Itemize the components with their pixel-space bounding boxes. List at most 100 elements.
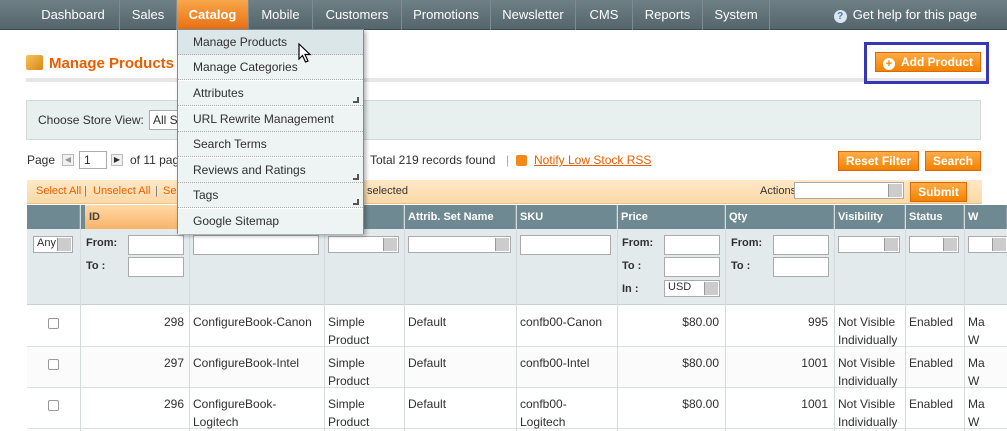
unselect-all-link[interactable]: Unselect All [93, 185, 150, 197]
add-product-button[interactable]: + Add Product [875, 52, 981, 72]
nav-catalog[interactable]: Catalog [177, 0, 249, 30]
nav-customers[interactable]: Customers [313, 0, 402, 30]
sku-filter-input[interactable] [520, 235, 611, 255]
page-label: Page [27, 153, 56, 167]
cell-websites: Ma W [968, 395, 985, 431]
cell-type: Simple Product [328, 354, 369, 390]
separator: | [84, 185, 87, 197]
cell-name: ConfigureBook-Canon [193, 315, 312, 329]
cell-type-line: Simple [328, 315, 365, 329]
submit-button[interactable]: Submit [910, 182, 967, 202]
websites-filter-select[interactable] [968, 236, 1007, 253]
id-from-input[interactable] [128, 235, 184, 255]
page-number-input[interactable]: 1 [79, 151, 107, 169]
currency-select[interactable]: USD [664, 280, 720, 297]
row-checkbox[interactable] [48, 359, 59, 370]
help-link[interactable]: ? Get help for this page [833, 0, 977, 30]
attrib-set-filter-select[interactable] [408, 236, 511, 253]
type-filter-select[interactable] [328, 236, 399, 253]
search-button[interactable]: Search [925, 151, 981, 171]
catalog-dropdown-menu: Manage Products Manage Categories Attrib… [177, 29, 364, 234]
menu-item-tags[interactable]: Tags [178, 183, 363, 208]
column-divider [189, 205, 190, 431]
name-filter-input[interactable] [193, 235, 319, 255]
row-checkbox[interactable] [48, 318, 59, 329]
row-checkbox[interactable] [48, 400, 59, 411]
menu-item-manage-categories[interactable]: Manage Categories [178, 55, 363, 80]
of-pages-text: of 11 pag [130, 153, 180, 167]
menu-item-url-rewrite[interactable]: URL Rewrite Management [178, 107, 363, 132]
price-from-input[interactable] [664, 235, 720, 255]
col-websites[interactable]: W [964, 205, 1007, 229]
prev-page-icon[interactable]: ◀ [62, 154, 74, 166]
menu-item-reviews-ratings[interactable]: Reviews and Ratings [178, 158, 363, 183]
col-attrib-set[interactable]: Attrib. Set Name [404, 205, 516, 229]
price-to-input[interactable] [664, 257, 720, 277]
cell-visibility: Not Visible Individually [838, 354, 897, 390]
cell-sku-line: confb00-Intel [520, 356, 590, 370]
col-id[interactable]: ID [85, 205, 180, 229]
page-title: Manage Products [26, 55, 174, 72]
nav-promotions[interactable]: Promotions [402, 0, 491, 30]
col-sku[interactable]: SKU [516, 205, 617, 229]
select-visible-link[interactable]: Se [163, 185, 176, 197]
qty-to-input[interactable] [773, 257, 829, 277]
menu-item-google-sitemap[interactable]: Google Sitemap [178, 209, 363, 234]
cell-status: Enabled [909, 356, 954, 370]
price-from-label: From: [622, 237, 654, 249]
nav-cms[interactable]: CMS [576, 0, 633, 30]
cell-sku-line: confb00- [520, 397, 567, 411]
pager-separator: | [506, 153, 510, 167]
id-to-label: To : [86, 260, 106, 272]
nav-system[interactable]: System [703, 0, 770, 30]
col-status[interactable]: Status [905, 205, 964, 229]
column-divider [324, 205, 325, 431]
column-divider [964, 205, 965, 431]
massaction-bar: Select All | Unselect All | Se selected … [27, 180, 982, 204]
qty-from-input[interactable] [773, 235, 829, 255]
any-select[interactable]: Any [33, 236, 73, 253]
menu-item-label: Tags [193, 188, 219, 202]
cell-type: Simple Product [328, 395, 369, 431]
cell-type: Simple Product [328, 313, 369, 349]
cell-type-line: Product [328, 415, 370, 429]
cell-attrib-set: Default [408, 356, 447, 370]
col-checkbox[interactable] [27, 205, 80, 229]
id-to-input[interactable] [128, 257, 184, 277]
visibility-filter-select[interactable] [838, 236, 900, 253]
nav-reports[interactable]: Reports [633, 0, 703, 30]
menu-item-attributes[interactable]: Attributes [178, 81, 363, 106]
rss-icon [516, 155, 527, 166]
cell-name: ConfigureBook-Logitech [193, 397, 277, 429]
column-divider [617, 205, 618, 431]
cell-price: $80.00 [682, 356, 719, 370]
nav-newsletter[interactable]: Newsletter [491, 0, 576, 30]
nav-sales[interactable]: Sales [120, 0, 177, 30]
cell-visibility-line: Not Visible [838, 356, 896, 370]
select-all-link[interactable]: Select All [36, 185, 81, 197]
menu-item-manage-products[interactable]: Manage Products [178, 30, 363, 55]
reset-filter-button[interactable]: Reset Filter [838, 151, 919, 171]
grid-header: ID Attrib. Set Name SKU Price Qty Visibi… [27, 205, 1007, 229]
table-row[interactable]: 296 ConfigureBook-Logitech Simple Product… [27, 388, 1007, 429]
product-box-icon [26, 55, 43, 70]
col-price[interactable]: Price [617, 205, 725, 229]
menu-item-search-terms[interactable]: Search Terms [178, 132, 363, 157]
table-row[interactable]: 297 ConfigureBook-Intel Simple Product De… [27, 347, 1007, 388]
next-page-icon[interactable]: ▶ [111, 154, 123, 166]
cell-type-line: Simple [328, 356, 365, 370]
top-navigation: Dashboard Sales Catalog Mobile Customers… [0, 0, 1007, 30]
column-divider [404, 205, 405, 431]
col-visibility[interactable]: Visibility [834, 205, 905, 229]
submenu-arrow-icon [353, 174, 359, 180]
table-row[interactable]: 298 ConfigureBook-Canon Simple Product De… [27, 306, 1007, 347]
nav-dashboard[interactable]: Dashboard [27, 0, 120, 30]
col-qty[interactable]: Qty [725, 205, 834, 229]
notify-low-stock-link[interactable]: Notify Low Stock RSS [534, 153, 651, 167]
cell-qty: 995 [807, 315, 828, 329]
nav-mobile[interactable]: Mobile [249, 0, 313, 30]
actions-label: Actions [760, 185, 797, 197]
cell-id: 298 [163, 315, 184, 329]
actions-select[interactable] [794, 182, 904, 199]
status-filter-select[interactable] [909, 236, 959, 253]
